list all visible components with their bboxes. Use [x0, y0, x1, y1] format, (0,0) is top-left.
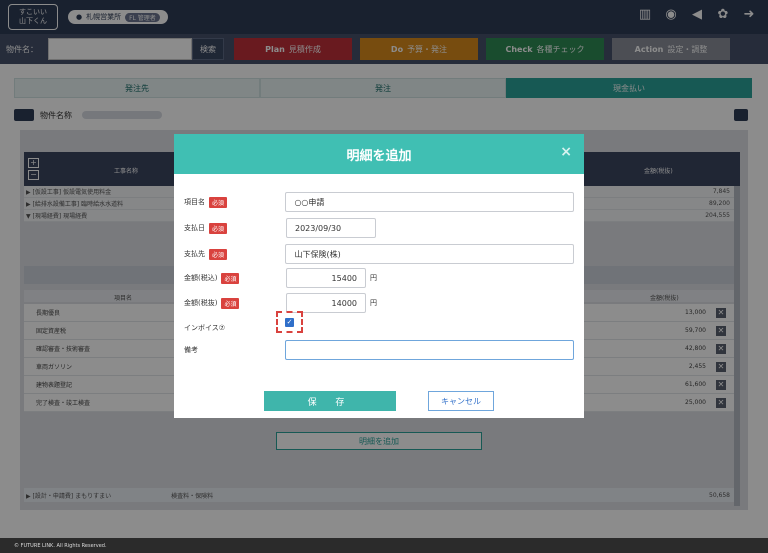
invoice-label: インボイス⑦ [184, 324, 226, 332]
item-name-input[interactable]: ○○申請 [285, 192, 574, 212]
modal-title: 明細を追加 [346, 148, 412, 164]
payee-label: 支払先 [184, 250, 205, 258]
required-badge: 必須 [221, 272, 240, 284]
close-icon[interactable]: × [560, 144, 572, 160]
required-badge: 必須 [209, 248, 228, 260]
save-button[interactable]: 保 存 [264, 391, 396, 411]
field-invoice: インボイス⑦ [184, 318, 574, 338]
footer: © FUTURE LINK. All Rights Reserved. [0, 538, 768, 553]
invoice-checkbox-highlight: ✓ [276, 311, 303, 333]
copyright-text: © FUTURE LINK. All Rights Reserved. [14, 542, 107, 549]
item-name-label: 項目名 [184, 198, 205, 206]
yen-unit: 円 [370, 299, 377, 307]
payment-date-input[interactable]: 2023/09/30 [286, 218, 376, 238]
field-item-name: 項目名 必須 ○○申請 [184, 192, 574, 212]
modal-header: 明細を追加 × [174, 134, 584, 174]
invoice-checkbox[interactable]: ✓ [285, 317, 294, 327]
field-payment-date: 支払日 必須 2023/09/30 [184, 218, 574, 238]
amount-tax-in-label: 金額(税込) [184, 274, 218, 282]
field-amount-tax-ex: 金額(税抜) 必須 14000 円 [184, 293, 574, 313]
payee-input[interactable]: 山下保険(株) [285, 244, 574, 264]
field-payee: 支払先 必須 山下保険(株) [184, 244, 574, 264]
field-amount-tax-in: 金額(税込) 必須 15400 円 [184, 268, 574, 288]
amount-tax-in-input[interactable]: 15400 [286, 268, 366, 288]
remark-input[interactable] [285, 340, 574, 360]
amount-tax-ex-input[interactable]: 14000 [286, 293, 366, 313]
required-badge: 必須 [209, 196, 228, 208]
required-badge: 必須 [209, 222, 228, 234]
yen-unit: 円 [370, 274, 377, 282]
remark-label: 備考 [184, 346, 198, 354]
required-badge: 必須 [221, 297, 240, 309]
payment-date-label: 支払日 [184, 224, 205, 232]
add-detail-modal: 明細を追加 × 項目名 必須 ○○申請 支払日 必須 2023/09/30 支払先必… [174, 134, 584, 418]
cancel-button[interactable]: キャンセル [428, 391, 494, 411]
field-remark: 備考 [184, 340, 574, 360]
amount-tax-ex-label: 金額(税抜) [184, 299, 218, 307]
